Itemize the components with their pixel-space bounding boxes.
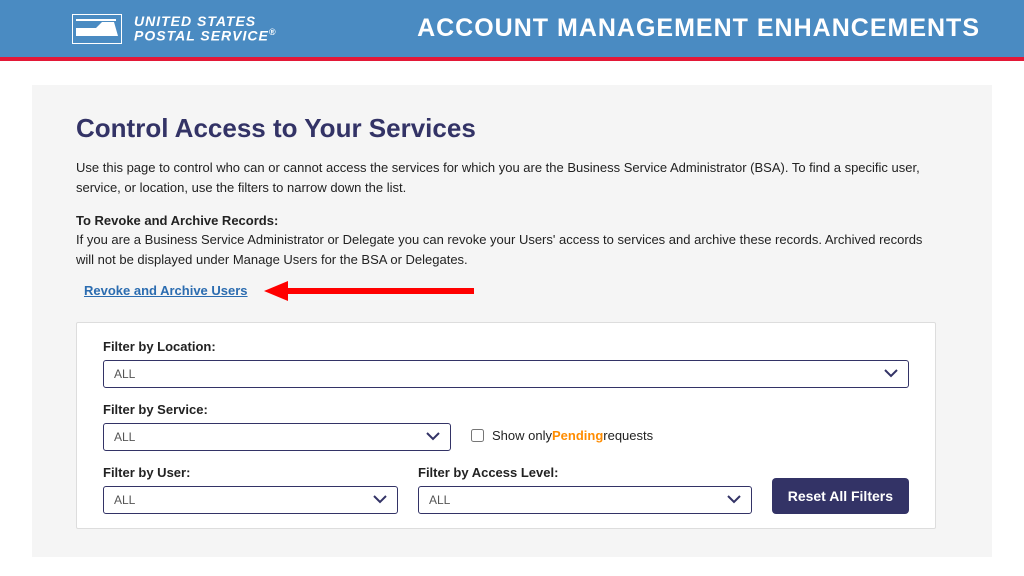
filter-service-value: ALL xyxy=(114,430,135,444)
usps-eagle-icon xyxy=(72,14,122,44)
filter-access-select[interactable]: ALL xyxy=(418,486,752,514)
filter-user-select[interactable]: ALL xyxy=(103,486,398,514)
filter-service-select[interactable]: ALL xyxy=(103,423,451,451)
revoke-archive-link[interactable]: Revoke and Archive Users xyxy=(84,283,248,298)
filter-user-value: ALL xyxy=(114,493,135,507)
logo-text: UNITED STATES POSTAL SERVICE® xyxy=(134,14,276,43)
pending-word: Pending xyxy=(552,428,603,443)
chevron-down-icon xyxy=(727,495,741,505)
filter-access-label: Filter by Access Level: xyxy=(418,465,752,480)
filter-location-select[interactable]: ALL xyxy=(103,360,909,388)
logo-line2: POSTAL SERVICE® xyxy=(134,28,276,43)
filter-service-label: Filter by Service: xyxy=(103,402,451,417)
pending-checkbox-wrap[interactable]: Show only Pending requests xyxy=(471,428,653,451)
filter-location-label: Filter by Location: xyxy=(103,339,909,354)
chevron-down-icon xyxy=(373,495,387,505)
revoke-heading: To Revoke and Archive Records: xyxy=(76,213,936,228)
chevron-down-icon xyxy=(426,432,440,442)
callout-arrow-icon xyxy=(264,284,474,298)
header-title: ACCOUNT MANAGEMENT ENHANCEMENTS xyxy=(417,14,1000,43)
filter-location-value: ALL xyxy=(114,367,135,381)
pending-checkbox[interactable] xyxy=(471,429,484,442)
revoke-body: If you are a Business Service Administra… xyxy=(76,230,936,269)
pending-prefix: Show only xyxy=(492,428,552,443)
usps-logo: UNITED STATES POSTAL SERVICE® xyxy=(72,14,276,44)
logo-line1: UNITED STATES xyxy=(134,14,276,28)
filter-access-value: ALL xyxy=(429,493,450,507)
content-area: Control Access to Your Services Use this… xyxy=(32,85,992,557)
revoke-link-row: Revoke and Archive Users xyxy=(84,283,936,298)
page-title: Control Access to Your Services xyxy=(76,113,936,144)
pending-suffix: requests xyxy=(603,428,653,443)
reset-filters-button[interactable]: Reset All Filters xyxy=(772,478,909,514)
header-bar: UNITED STATES POSTAL SERVICE® ACCOUNT MA… xyxy=(0,0,1024,57)
intro-text: Use this page to control who can or cann… xyxy=(76,158,936,197)
filter-panel: Filter by Location: ALL Filter by Servic… xyxy=(76,322,936,529)
filter-user-label: Filter by User: xyxy=(103,465,398,480)
chevron-down-icon xyxy=(884,369,898,379)
